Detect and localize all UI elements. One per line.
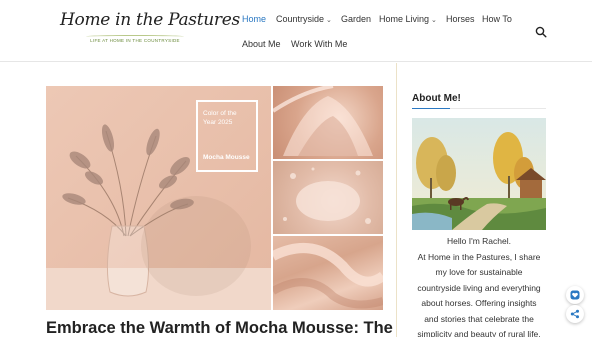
chevron-down-icon: ⌄	[431, 17, 437, 24]
widget-title: About Me!	[412, 93, 461, 104]
about-line: and stories that celebrate the	[424, 313, 534, 324]
search-icon	[535, 26, 547, 38]
nav-item-how-to[interactable]: How To	[482, 13, 512, 25]
sidebar-divider	[396, 63, 397, 337]
about-line: At Home in the Pastures, I share	[417, 251, 541, 262]
cream-swirl-photo	[273, 86, 383, 159]
search-button[interactable]	[535, 25, 547, 38]
site-header: Home in the Pastures LIFE AT HOME IN THE…	[0, 0, 592, 62]
nav-item-home-living-label: Home Living	[379, 14, 430, 24]
site-tagline: LIFE AT HOME IN THE COUNTRYSIDE	[90, 38, 180, 43]
color-of-year-card: Color of the Year 2025 Mocha Mousse	[196, 100, 258, 172]
about-line: simplicity and beauty of rural life.	[417, 329, 541, 337]
nav-item-horses[interactable]: Horses	[446, 13, 475, 25]
nav-item-about-me[interactable]: About Me	[242, 38, 281, 50]
nav-item-home[interactable]: Home	[242, 13, 266, 25]
powder-photo	[273, 161, 383, 234]
share-button[interactable]	[566, 305, 584, 323]
save-heart-button[interactable]	[566, 286, 584, 304]
widget-title-underline	[412, 108, 546, 109]
nav-item-countryside-label: Countryside	[276, 14, 325, 24]
nav-item-garden[interactable]: Garden	[341, 13, 371, 25]
nav-item-countryside[interactable]: Countryside ⌄	[276, 13, 332, 27]
about-me-text: Hello I'm Rachel. At Home in the Pasture…	[406, 234, 552, 337]
vase-photo: Color of the Year 2025 Mocha Mousse	[46, 86, 271, 310]
featured-image[interactable]: Color of the Year 2025 Mocha Mousse	[46, 86, 383, 310]
nav-item-work-with-me[interactable]: Work With Me	[291, 38, 347, 50]
about-line: about horses. Offering insights	[421, 298, 537, 308]
landscape-painting	[412, 118, 546, 230]
nav-item-home-living[interactable]: Home Living ⌄	[379, 13, 437, 27]
silk-fabric-photo	[273, 236, 383, 310]
site-logo[interactable]: Home in the Pastures LIFE AT HOME IN THE…	[60, 10, 240, 50]
post-title[interactable]: Embrace the Warmth of Mocha Mousse: The	[46, 318, 393, 337]
chevron-down-icon: ⌄	[326, 17, 332, 24]
site-title: Home in the Pastures	[60, 10, 240, 30]
about-line: Hello I'm Rachel.	[447, 236, 511, 246]
about-line: my love for sustainable	[435, 267, 523, 277]
about-line: countryside living and everything	[417, 282, 541, 293]
share-icon	[570, 309, 579, 319]
swatch-name: Mocha Mousse	[203, 154, 250, 161]
swatch-label: Color of the Year 2025	[203, 110, 237, 126]
heart-icon	[570, 290, 580, 300]
